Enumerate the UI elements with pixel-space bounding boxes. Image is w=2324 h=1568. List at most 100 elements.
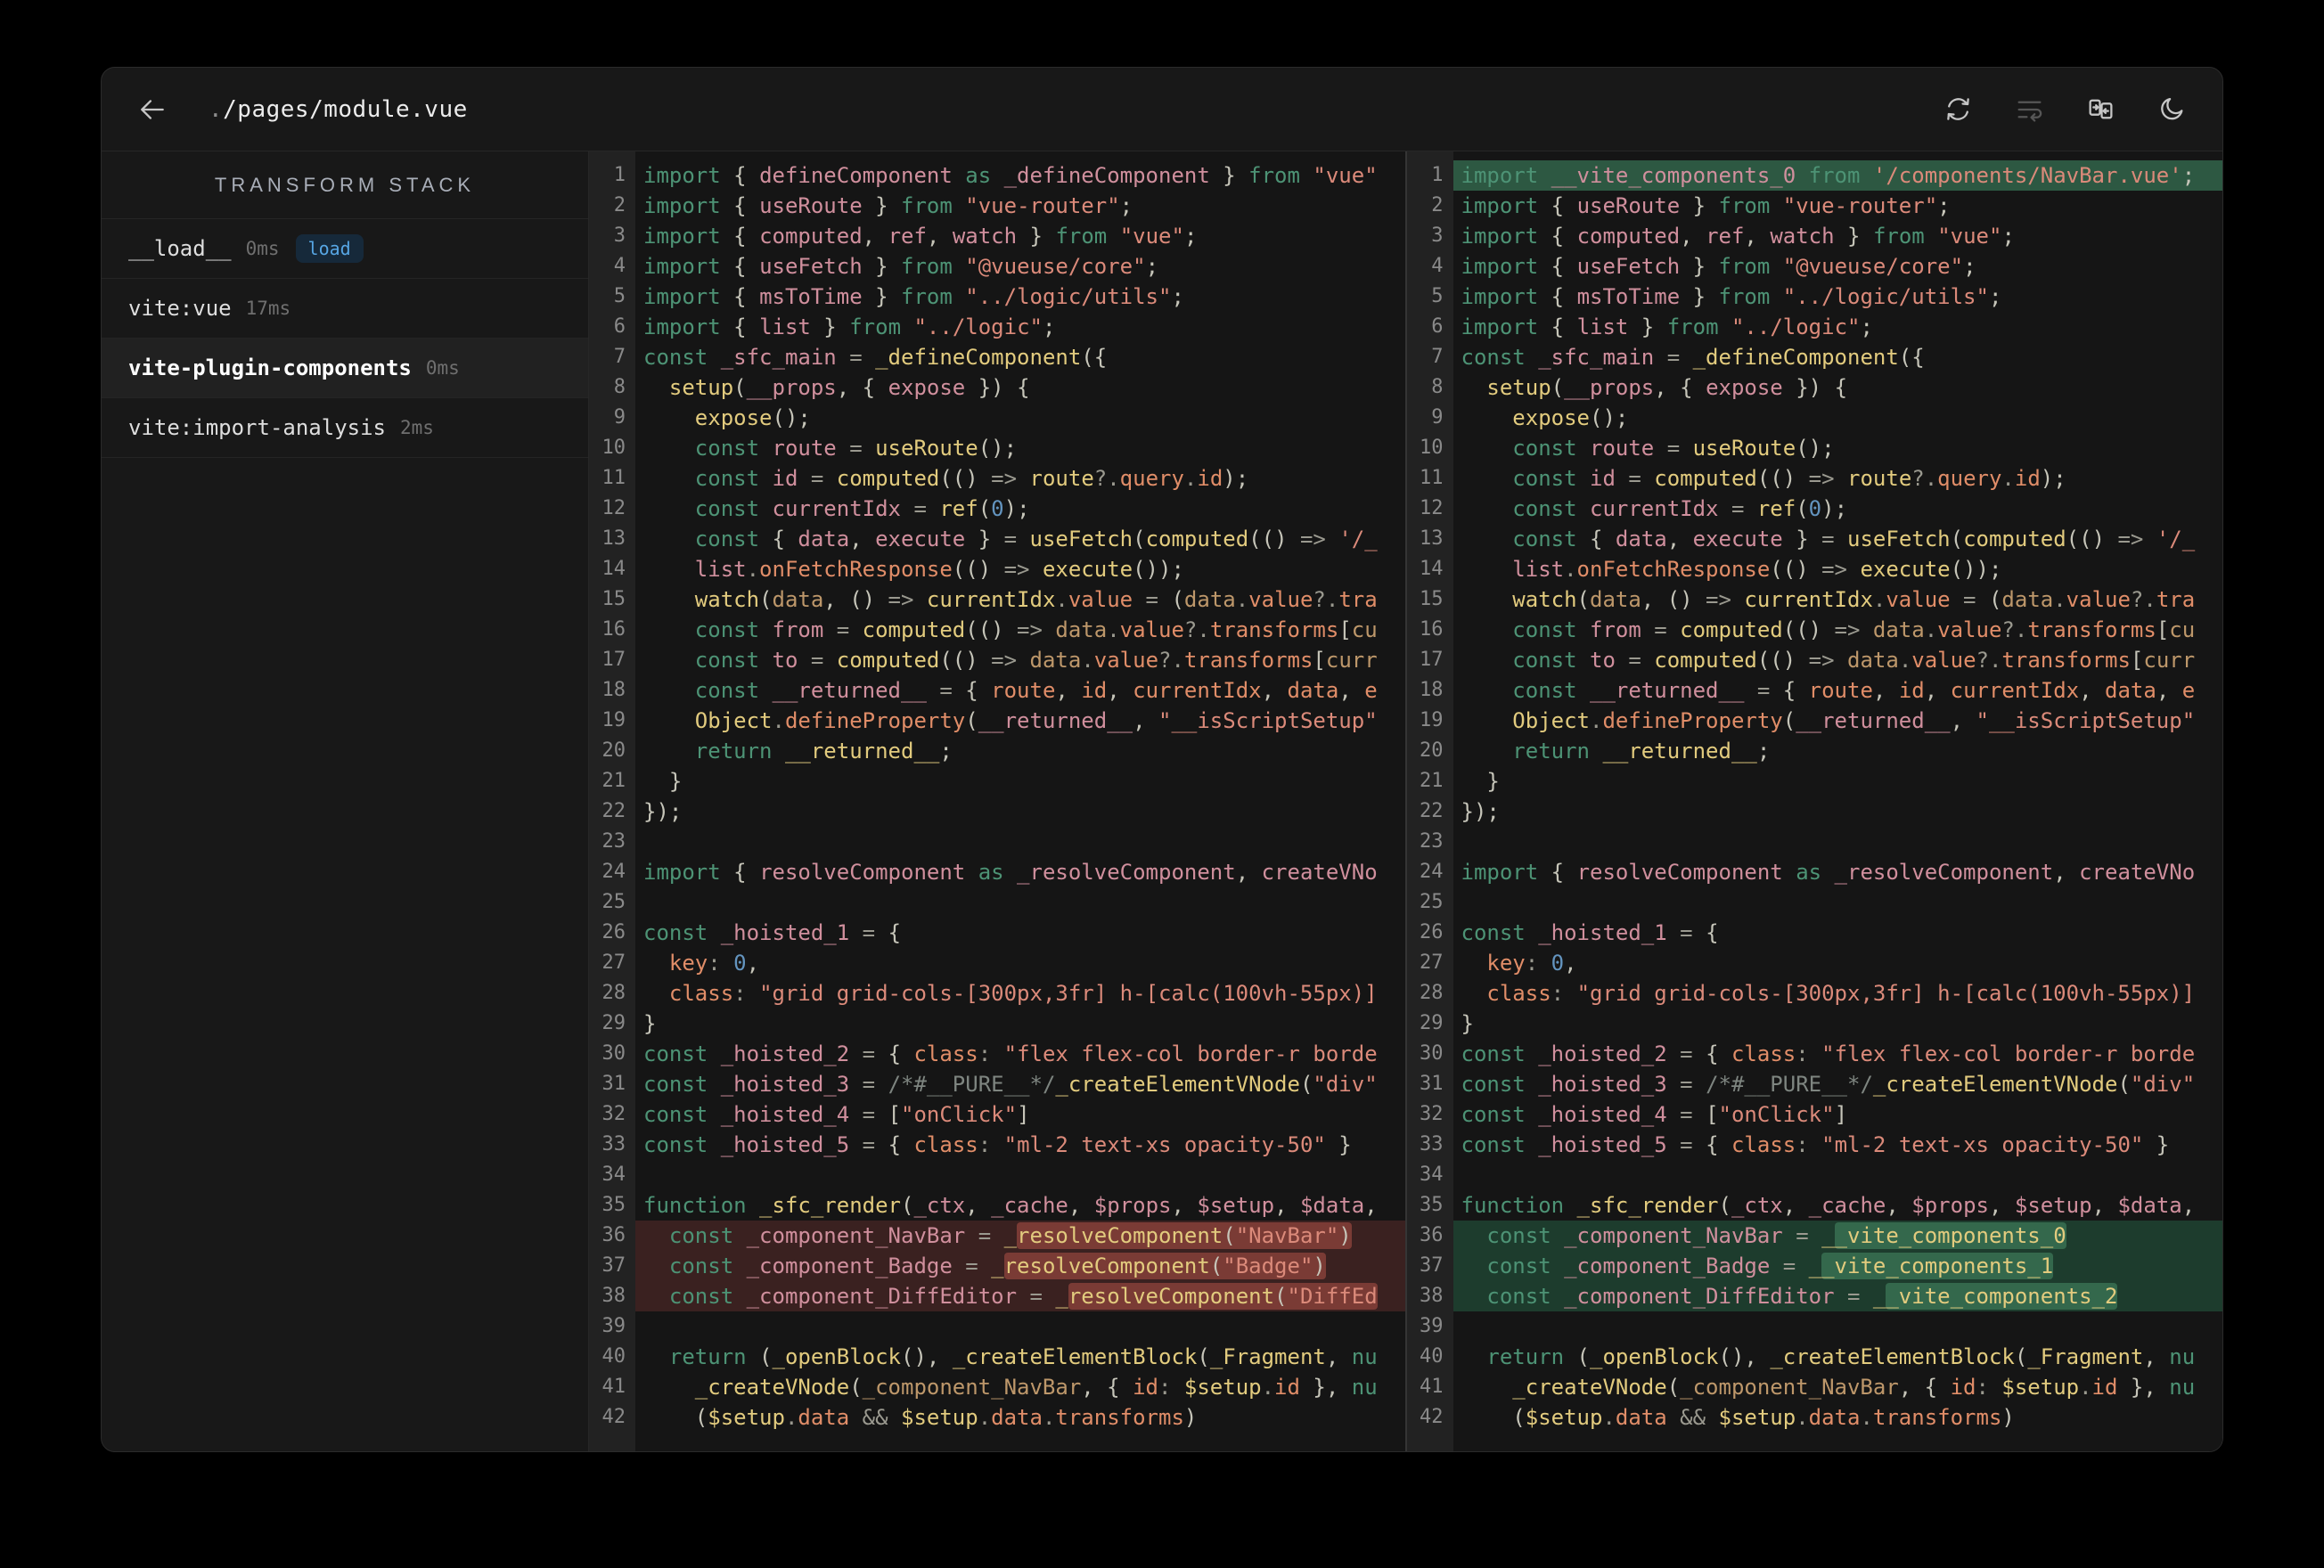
line-number: 41 (1420, 1376, 1444, 1398)
code-line: const _hoisted_3 = /*#__PURE__*/_createE… (1461, 1072, 2196, 1097)
code-line: }); (643, 799, 683, 824)
line-number: 24 (1420, 861, 1444, 883)
line-number: 2 (613, 194, 626, 216)
line-number-gutter: 1 2 3 4 5 6 7 8 9 10 11 12 13 14 15 16 17 18 19 20 21 22 23 24 2… (589, 151, 635, 1451)
sidebar-item-vite-vue[interactable]: vite:vue 17ms (102, 279, 588, 339)
code-line: } (668, 769, 683, 794)
code-line: const _component_DiffEditor = _resolveCo… (635, 1281, 1405, 1311)
code-line: const to = computed(() => data.value?.tr… (694, 648, 1378, 673)
code-line: key: 0, (668, 951, 760, 976)
line-number: 38 (1420, 1285, 1444, 1307)
line-number: 42 (1420, 1406, 1444, 1428)
line-number: 18 (601, 679, 626, 701)
line-number: 23 (1420, 830, 1444, 853)
line-number: 17 (601, 649, 626, 671)
code-line: list.onFetchResponse(() => execute()); (694, 557, 1184, 582)
line-number: 32 (601, 1103, 626, 1125)
line-number: 6 (1431, 315, 1444, 338)
line-number: 20 (1420, 739, 1444, 762)
line-number: 35 (601, 1194, 626, 1216)
line-number: 25 (1420, 891, 1444, 913)
line-number: 16 (1420, 618, 1444, 641)
code-line: const _hoisted_4 = ["onClick"] (643, 1102, 1030, 1127)
code-line: const id = computed(() => route?.query.i… (694, 466, 1249, 491)
line-number: 11 (1420, 467, 1444, 489)
line-number: 19 (601, 709, 626, 731)
line-number: 31 (601, 1073, 626, 1095)
line-number: 1 (1431, 164, 1444, 186)
code-pane-after[interactable]: 1 2 3 4 5 6 7 8 9 10 11 12 13 14 15 16 17 18 19 20 21 22 23 24 2… (1404, 151, 2223, 1451)
code-line: import { list } from "../logic"; (1461, 314, 1873, 339)
load-badge: load (295, 234, 364, 263)
sidebar-item-load[interactable]: __load__ 0ms load (102, 219, 588, 279)
line-number: 8 (613, 376, 626, 398)
line-number-gutter: 1 2 3 4 5 6 7 8 9 10 11 12 13 14 15 16 17 18 19 20 21 22 23 24 2… (1406, 151, 1453, 1451)
code-line: const { data, execute } = useFetch(compu… (694, 527, 1378, 551)
code-line: const _hoisted_2 = { class: "flex flex-c… (1461, 1041, 2196, 1066)
line-number: 23 (601, 830, 626, 853)
code-line: const to = computed(() => data.value?.tr… (1512, 648, 2196, 673)
compare-panels-button[interactable] (2086, 94, 2115, 124)
code-pane-before[interactable]: 1 2 3 4 5 6 7 8 9 10 11 12 13 14 15 16 17 18 19 20 21 22 23 24 2… (589, 151, 1405, 1451)
line-number: 40 (601, 1345, 626, 1368)
back-button[interactable] (137, 94, 168, 125)
sidebar-item-vite-import-analysis[interactable]: vite:import-analysis 2ms (102, 398, 588, 458)
dark-mode-moon-button[interactable] (2157, 94, 2187, 124)
code-line: import { msToTime } from "../logic/utils… (1461, 284, 2002, 309)
line-number: 12 (601, 497, 626, 519)
line-number: 26 (1420, 921, 1444, 943)
code-line: const from = computed(() => data.value?.… (694, 617, 1378, 642)
line-number: 28 (1420, 982, 1444, 1004)
line-number: 27 (1420, 951, 1444, 974)
plugin-time: 2ms (399, 417, 434, 438)
code-line: } (1461, 1011, 1474, 1036)
code-line: const _hoisted_1 = { (643, 920, 902, 945)
code-line: import { useRoute } from "vue-router"; (1461, 193, 1951, 218)
line-number: 22 (1420, 800, 1444, 822)
diff-view: 1 2 3 4 5 6 7 8 9 10 11 12 13 14 15 16 17 18 19 20 21 22 23 24 2… (589, 151, 2222, 1451)
line-number: 33 (601, 1133, 626, 1156)
line-number: 36 (601, 1224, 626, 1246)
line-number: 40 (1420, 1345, 1444, 1368)
line-number: 34 (1420, 1164, 1444, 1186)
code-line: _createVNode(_component_NavBar, { id: $s… (694, 1375, 1378, 1400)
refresh-button[interactable] (1943, 94, 1973, 124)
compare-panels-icon (2089, 99, 2113, 119)
plugin-time: 17ms (245, 298, 291, 319)
line-number: 14 (601, 558, 626, 580)
topbar: ./pages/module.vue (102, 68, 2222, 151)
line-number: 36 (1420, 1224, 1444, 1246)
line-number: 20 (601, 739, 626, 762)
code-line: import { computed, ref, watch } from "vu… (643, 224, 1198, 249)
line-number: 2 (1431, 194, 1444, 216)
line-number: 9 (1431, 406, 1444, 429)
sidebar-item-vite-plugin-components[interactable]: vite-plugin-components 0ms (102, 339, 588, 398)
line-number: 42 (601, 1406, 626, 1428)
code-line: Object.defineProperty(__returned__, "__i… (1512, 708, 2196, 733)
line-number: 41 (601, 1376, 626, 1398)
word-wrap-button[interactable] (2015, 94, 2044, 124)
line-number: 10 (1420, 437, 1444, 459)
code-line: watch(data, () => currentIdx.value = (da… (1512, 587, 2196, 612)
code-line: return (_openBlock(), _createElementBloc… (668, 1344, 1378, 1369)
code-line: const currentIdx = ref(0); (1512, 496, 1848, 521)
line-number: 13 (1420, 527, 1444, 550)
code-line: const _component_NavBar = __vite_compone… (1452, 1221, 2222, 1251)
code-line: const _hoisted_3 = /*#__PURE__*/_createE… (643, 1072, 1378, 1097)
line-number: 21 (1420, 770, 1444, 792)
line-number: 9 (613, 406, 626, 429)
line-number: 30 (601, 1042, 626, 1065)
line-number: 5 (613, 285, 626, 307)
line-number: 29 (1420, 1012, 1444, 1034)
code-line: const { data, execute } = useFetch(compu… (1512, 527, 2196, 551)
code-line: class: "grid grid-cols-[300px,3fr] h-[ca… (668, 981, 1378, 1006)
line-number: 7 (613, 346, 626, 368)
plugin-name: vite-plugin-components (128, 355, 412, 380)
code-line: } (1486, 769, 1500, 794)
file-title-prefix: . (209, 95, 224, 123)
code-line: const __returned__ = { route, id, curren… (694, 678, 1378, 703)
line-number: 29 (601, 1012, 626, 1034)
